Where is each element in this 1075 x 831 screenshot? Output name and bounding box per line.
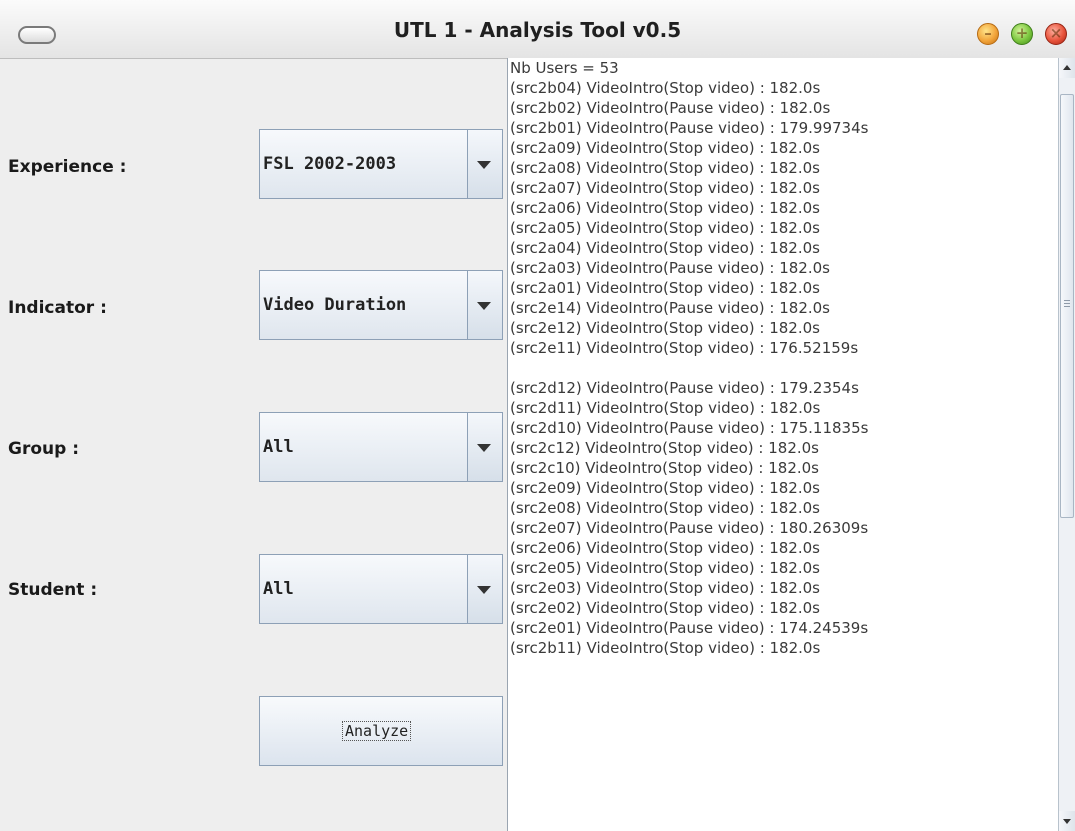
result-line: (src2a08) VideoIntro(Stop video) : 182.0…	[510, 159, 820, 177]
minimize-button[interactable]: –	[977, 23, 999, 45]
result-line: (src2e01) VideoIntro(Pause video) : 174.…	[510, 619, 869, 637]
indicator-dropdown-button[interactable]	[467, 271, 502, 339]
grip-icon	[1064, 300, 1070, 308]
analyze-button[interactable]: Analyze	[259, 696, 503, 766]
result-line: (src2e05) VideoIntro(Stop video) : 182.0…	[510, 559, 820, 577]
student-select[interactable]: All	[259, 554, 503, 624]
group-label: Group :	[8, 439, 80, 459]
result-line: (src2e11) VideoIntro(Stop video) : 176.5…	[510, 339, 859, 357]
result-line: (src2e03) VideoIntro(Stop video) : 182.0…	[510, 579, 820, 597]
result-line: (src2a05) VideoIntro(Stop video) : 182.0…	[510, 219, 820, 237]
results-scrollbar[interactable]	[1058, 58, 1075, 831]
result-line	[508, 358, 1059, 378]
scrollbar-thumb[interactable]	[1060, 94, 1074, 518]
minimize-icon: –	[984, 24, 992, 42]
close-icon: ×	[1049, 24, 1063, 42]
result-line: Nb Users = 53	[510, 59, 619, 77]
result-line: (src2b04) VideoIntro(Stop video) : 182.0…	[510, 79, 821, 97]
group-dropdown-button[interactable]	[467, 413, 502, 481]
result-line: (src2e07) VideoIntro(Pause video) : 180.…	[510, 519, 869, 537]
maximize-button[interactable]: +	[1011, 23, 1033, 45]
student-label: Student :	[8, 580, 98, 600]
result-line: (src2e02) VideoIntro(Stop video) : 182.0…	[510, 599, 820, 617]
result-line: (src2e14) VideoIntro(Pause video) : 182.…	[510, 299, 830, 317]
result-line: (src2e08) VideoIntro(Stop video) : 182.0…	[510, 499, 820, 517]
close-button[interactable]: ×	[1045, 23, 1067, 45]
scroll-up-button[interactable]	[1059, 58, 1075, 78]
result-line: (src2a04) VideoIntro(Stop video) : 182.0…	[510, 239, 820, 257]
result-line: (src2b01) VideoIntro(Pause video) : 179.…	[510, 119, 869, 137]
experience-dropdown-button[interactable]	[467, 130, 502, 198]
window-title: UTL 1 - Analysis Tool v0.5	[393, 18, 682, 42]
result-line: (src2b02) VideoIntro(Pause video) : 182.…	[510, 99, 831, 117]
result-line: (src2d12) VideoIntro(Pause video) : 179.…	[510, 379, 859, 397]
experience-select[interactable]: FSL 2002-2003	[259, 129, 503, 199]
result-line: (src2e09) VideoIntro(Stop video) : 182.0…	[510, 479, 820, 497]
indicator-select[interactable]: Video Duration	[259, 270, 503, 340]
indicator-label: Indicator :	[8, 298, 107, 318]
chevron-down-icon	[477, 444, 491, 452]
result-line: (src2a01) VideoIntro(Stop video) : 182.0…	[510, 279, 820, 297]
experience-label: Experience :	[8, 157, 127, 177]
analyze-button-label: Analyze	[342, 721, 412, 741]
arrow-down-icon	[1063, 819, 1071, 824]
arrow-up-icon	[1063, 65, 1071, 70]
group-selected-value: All	[263, 437, 294, 457]
group-select[interactable]: All	[259, 412, 503, 482]
result-line: (src2a06) VideoIntro(Stop video) : 182.0…	[510, 199, 820, 217]
chevron-down-icon	[477, 586, 491, 594]
result-line: (src2a09) VideoIntro(Stop video) : 182.0…	[510, 139, 820, 157]
app-window: UTL 1 - Analysis Tool v0.5 – + × Experie…	[0, 0, 1075, 831]
result-line: (src2d11) VideoIntro(Stop video) : 182.0…	[510, 399, 821, 417]
result-line: (src2a07) VideoIntro(Stop video) : 182.0…	[510, 179, 820, 197]
result-line: (src2d10) VideoIntro(Pause video) : 175.…	[510, 419, 869, 437]
result-line: (src2e12) VideoIntro(Stop video) : 182.0…	[510, 319, 820, 337]
results-text-area[interactable]: Nb Users = 53 (src2b04) VideoIntro(Stop v…	[507, 58, 1059, 831]
chevron-down-icon	[477, 161, 491, 169]
result-line: (src2a03) VideoIntro(Pause video) : 182.…	[510, 259, 830, 277]
student-selected-value: All	[263, 579, 294, 599]
maximize-icon: +	[1015, 24, 1029, 42]
title-bar[interactable]: UTL 1 - Analysis Tool v0.5 – + ×	[0, 0, 1075, 59]
student-dropdown-button[interactable]	[467, 555, 502, 623]
result-line: (src2b11) VideoIntro(Stop video) : 182.0…	[510, 639, 821, 657]
scroll-down-button[interactable]	[1059, 811, 1075, 831]
result-line: (src2e06) VideoIntro(Stop video) : 182.0…	[510, 539, 820, 557]
result-line: (src2c12) VideoIntro(Stop video) : 182.0…	[510, 439, 819, 457]
indicator-selected-value: Video Duration	[263, 295, 407, 315]
chevron-down-icon	[477, 302, 491, 310]
result-line: (src2c10) VideoIntro(Stop video) : 182.0…	[510, 459, 819, 477]
experience-selected-value: FSL 2002-2003	[263, 154, 397, 174]
